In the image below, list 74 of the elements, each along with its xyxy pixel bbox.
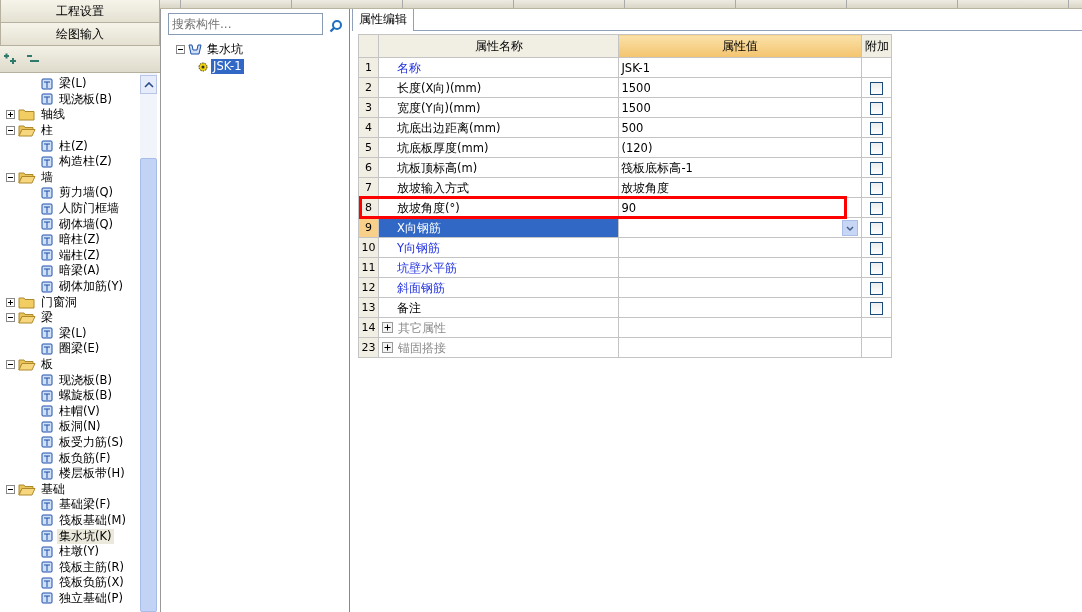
tree-item[interactable]: 端柱(Z) <box>57 247 102 263</box>
tree-item[interactable]: 筏板主筋(R) <box>57 559 126 575</box>
tree-item[interactable]: 现浇板(B) <box>57 91 114 107</box>
tree-item[interactable]: 柱(Z) <box>57 138 90 154</box>
row-number: 8 <box>365 200 372 214</box>
row-number: 4 <box>365 120 372 134</box>
row-number: 23 <box>361 340 376 354</box>
tree-item[interactable]: 暗梁(A) <box>57 263 102 279</box>
row-number: 12 <box>361 280 376 294</box>
tree-item[interactable]: JSK-1 <box>211 59 244 74</box>
tree-item[interactable]: 梁(L) <box>57 325 89 341</box>
row-number: 11 <box>361 260 376 274</box>
row-number: 3 <box>365 100 372 114</box>
property-value[interactable]: 500 <box>621 120 644 135</box>
tree-folder[interactable]: 基础 <box>39 481 67 497</box>
column-header[interactable]: 属性名称 <box>378 34 619 58</box>
tree-item[interactable]: 砌体墙(Q) <box>57 216 116 232</box>
tree-item[interactable]: 剪力墙(Q) <box>57 185 116 201</box>
tree-folder[interactable]: 柱 <box>39 123 55 139</box>
property-name[interactable]: 斜面钢筋 <box>397 280 446 295</box>
tree-item[interactable]: 板受力筋(S) <box>57 434 126 450</box>
column-header[interactable]: 属性值 <box>618 34 862 58</box>
property-value[interactable]: JSK-1 <box>621 60 650 75</box>
tree-item[interactable]: 楼层板带(H) <box>57 466 127 482</box>
tree-folder[interactable]: 门窗洞 <box>39 294 79 310</box>
tree-item[interactable]: 梁(L) <box>57 76 89 92</box>
tree-item[interactable]: 柱墩(Y) <box>57 544 101 560</box>
tree-item[interactable]: 砌体加筋(Y) <box>57 279 125 294</box>
property-group-name[interactable]: 锚固搭接 <box>398 340 447 355</box>
tree-folder[interactable]: 板 <box>39 357 55 372</box>
tree-folder[interactable]: 集水坑 <box>205 42 245 57</box>
property-value[interactable]: 1500 <box>621 80 651 95</box>
tab[interactable]: 属性编辑 <box>352 7 414 31</box>
row-number: 14 <box>361 320 376 334</box>
tree-item[interactable]: 基础梁(F) <box>57 497 113 513</box>
property-name[interactable]: 名称 <box>397 60 422 75</box>
row-number: 13 <box>361 300 376 314</box>
row-number: 5 <box>365 140 372 154</box>
row-number: 7 <box>365 180 372 194</box>
tree-item[interactable]: 集水坑(K) <box>57 528 114 544</box>
tree-item[interactable]: 板洞(N) <box>57 419 103 435</box>
row-number: 1 <box>365 60 372 74</box>
column-header[interactable]: 附加 <box>861 34 892 58</box>
tree-item[interactable]: 筏板基础(M) <box>57 512 128 528</box>
panel-header-button[interactable]: 工程设置 <box>0 0 160 23</box>
row-number: 10 <box>361 240 376 254</box>
property-value[interactable]: (120) <box>621 140 653 155</box>
tree-item[interactable]: 构造柱(Z) <box>57 154 114 170</box>
row-number: 6 <box>365 160 372 174</box>
tree-item[interactable]: 人防门框墙 <box>57 201 121 217</box>
search-field[interactable]: 搜索构件... <box>168 13 323 35</box>
property-value[interactable]: 1500 <box>621 100 651 115</box>
tree-item[interactable]: 独立基础(P) <box>57 590 125 606</box>
property-name[interactable]: 坑壁水平筋 <box>397 260 458 275</box>
tree-folder[interactable]: 梁 <box>39 310 55 326</box>
tree-item[interactable]: 暗柱(Z) <box>57 232 102 248</box>
tree-item[interactable]: 柱帽(V) <box>57 403 102 419</box>
property-name[interactable]: 备注 <box>397 300 422 315</box>
tree-item[interactable]: 现浇板(B) <box>57 372 114 388</box>
tree-item[interactable]: 圈梁(E) <box>57 341 102 357</box>
tree-folder[interactable]: 轴线 <box>39 107 67 123</box>
tree-item[interactable]: 板负筋(F) <box>57 450 113 466</box>
tree-folder[interactable]: 墙 <box>39 169 55 185</box>
tree-item[interactable]: 螺旋板(B) <box>57 388 114 404</box>
panel-header-button[interactable]: 绘图输入 <box>0 23 160 46</box>
property-name[interactable]: 放坡角度(°) <box>397 200 460 215</box>
property-name[interactable]: Y向钢筋 <box>397 240 441 255</box>
property-name[interactable]: X向钢筋 <box>397 220 441 235</box>
row-number: 2 <box>365 80 372 94</box>
property-value[interactable]: 放坡角度 <box>621 180 670 195</box>
property-group-name[interactable]: 其它属性 <box>398 320 447 335</box>
tree-item[interactable]: 筏板负筋(X) <box>57 575 126 591</box>
property-value[interactable]: 90 <box>621 200 637 215</box>
row-number: 9 <box>365 220 372 234</box>
